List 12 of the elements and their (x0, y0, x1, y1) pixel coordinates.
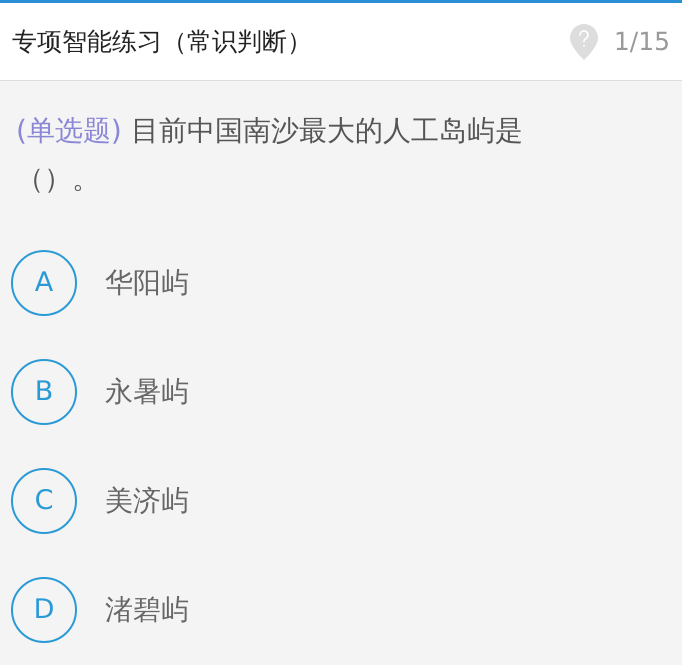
page-title: 专项智能练习（常识判断） (12, 26, 313, 58)
question-counter: 1/15 (614, 27, 670, 56)
option-text[interactable]: 美济屿 (105, 482, 189, 520)
help-icon[interactable] (568, 22, 600, 62)
question-text: (单选题) 目前中国南沙最大的人工岛屿是（）。 (16, 113, 524, 197)
option-text[interactable]: 华阳屿 (105, 264, 189, 302)
option-text[interactable]: 渚碧屿 (105, 590, 189, 628)
option-letter[interactable]: B (11, 358, 77, 424)
option-letter[interactable]: A (11, 250, 77, 316)
option-letter[interactable]: D (11, 576, 77, 642)
option-letter[interactable]: C (11, 468, 77, 534)
option-text[interactable]: 永暑屿 (105, 372, 189, 410)
